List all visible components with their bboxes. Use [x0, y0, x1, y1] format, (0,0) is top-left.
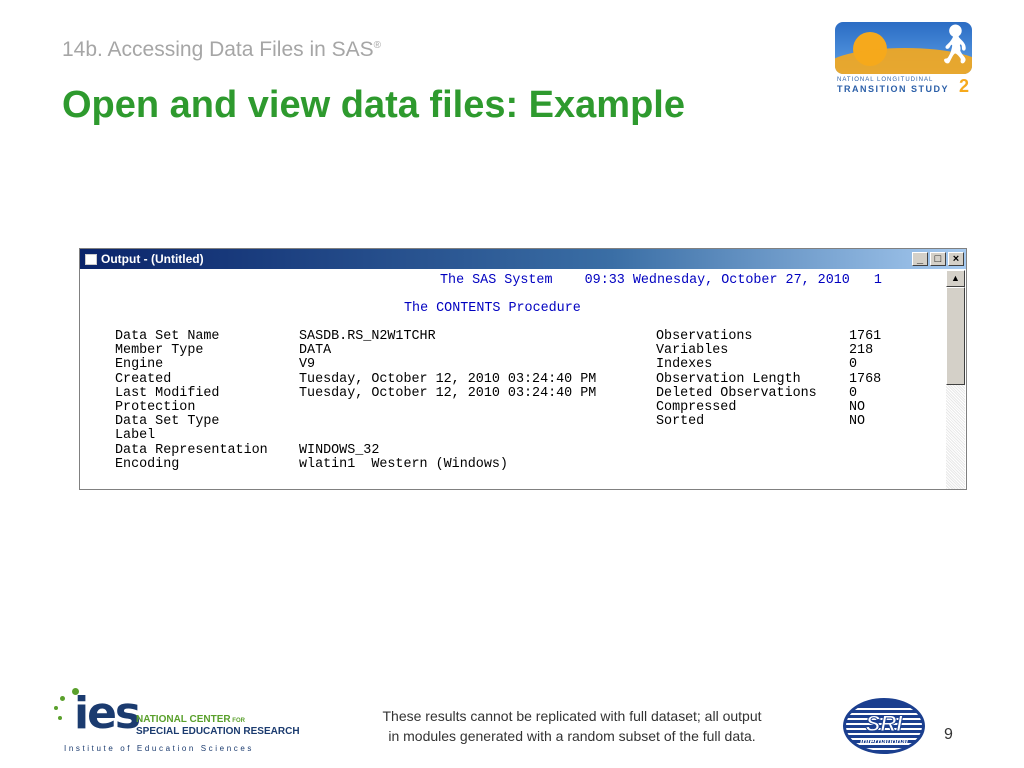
attribute-label: Label: [115, 428, 156, 444]
stat-label: Indexes: [656, 357, 713, 373]
stat-label: Observations: [656, 329, 753, 344]
attribute-label: Last Modified: [115, 385, 220, 401]
nlts-number: 2: [959, 76, 970, 96]
ies-line2: SPECIAL EDUCATION RESEARCH: [136, 726, 300, 737]
attribute-value: DATA: [299, 343, 332, 359]
sas-output-window: Output - (Untitled) _ □ × The SAS System…: [79, 248, 967, 490]
nlts-small-text: NATIONAL LONGITUDINAL: [837, 77, 934, 83]
attribute-value: [299, 401, 596, 415]
stat-value: 218: [849, 343, 874, 359]
slide-title: Open and view data files: Example: [62, 84, 685, 126]
attribute-label: Created: [115, 371, 172, 387]
output-text-area[interactable]: The SAS System 09:33 Wednesday, October …: [80, 270, 946, 489]
nlts2-logo: 🚶︎ NATIONAL LONGITUDINAL TRANSITION STUD…: [835, 22, 975, 98]
attribute-value: [299, 415, 596, 429]
attribute-label: Protection: [115, 400, 196, 416]
stat-label: Observation Length: [656, 371, 801, 387]
output-window-icon: [85, 253, 97, 265]
close-button[interactable]: ×: [948, 252, 964, 266]
stat-label: Variables: [656, 343, 729, 359]
vertical-scrollbar[interactable]: ▲: [946, 270, 965, 489]
stat-value: NO: [849, 400, 866, 416]
attribute-value: wlatin1 Western (Windows): [299, 456, 508, 472]
ies-line3: Institute of Education Sciences: [64, 744, 254, 753]
maximize-button[interactable]: □: [930, 252, 946, 266]
attribute-value: Tuesday, October 12, 2010 03:24:40 PM: [299, 385, 597, 401]
stat-label: Deleted Observations: [656, 385, 817, 401]
attribute-label: Encoding: [115, 456, 180, 472]
scroll-up-arrow-icon[interactable]: ▲: [946, 270, 965, 287]
sri-international-logo: SRI International: [843, 698, 925, 754]
minimize-button[interactable]: _: [912, 252, 928, 266]
left-values-column: SASDB.RS_N2W1TCHR DATA V9 Tuesday, October …: [299, 329, 597, 472]
page-number: 9: [944, 726, 953, 743]
right-labels-column: Observations Variables Indexes Observation …: [656, 329, 817, 430]
walking-person-icon: 🚶︎: [931, 24, 972, 66]
attribute-label: Data Representation: [115, 442, 268, 458]
right-values-column: 1761 218 0 1768 0 NO NO: [849, 329, 882, 430]
ies-logo: ies NATIONAL CENTER FOR SPECIAL EDUCATIO…: [52, 684, 312, 756]
scrollbar-thumb[interactable]: [946, 287, 965, 385]
stat-label: Sorted: [656, 414, 705, 430]
attribute-value: WINDOWS_32: [299, 442, 380, 458]
attribute-value: Tuesday, October 12, 2010 03:24:40 PM: [299, 371, 597, 387]
attribute-label: Member Type: [115, 343, 204, 359]
procedure-title: The CONTENTS Procedure: [404, 301, 581, 316]
window-titlebar[interactable]: Output - (Untitled) _ □ ×: [80, 249, 966, 269]
ies-wordmark: ies: [74, 688, 141, 739]
attribute-label: Engine: [115, 357, 164, 373]
nlts-big-text: TRANSITION STUDY: [837, 84, 950, 94]
stat-value: 0: [849, 357, 858, 373]
ies-line1: NATIONAL CENTER FOR: [136, 714, 245, 725]
stat-value: NO: [849, 414, 866, 430]
attribute-value: [299, 429, 596, 443]
stat-value: 1761: [849, 329, 882, 344]
attribute-value: SASDB.RS_N2W1TCHR: [299, 329, 436, 344]
attribute-label: Data Set Name: [115, 329, 220, 344]
window-title: Output - (Untitled): [101, 252, 204, 266]
attribute-value: V9: [299, 357, 316, 373]
attribute-label: Data Set Type: [115, 414, 220, 430]
left-labels-column: Data Set Name Member Type Engine Created Las…: [115, 329, 268, 472]
stat-value: 0: [849, 385, 858, 401]
sas-system-header: The SAS System 09:33 Wednesday, October …: [440, 273, 882, 288]
stat-label: Compressed: [656, 400, 737, 416]
footer-note: These results cannot be replicated with …: [382, 708, 762, 744]
stat-value: 1768: [849, 371, 882, 387]
slide-subtitle: 14b. Accessing Data Files in SAS®: [62, 38, 382, 61]
